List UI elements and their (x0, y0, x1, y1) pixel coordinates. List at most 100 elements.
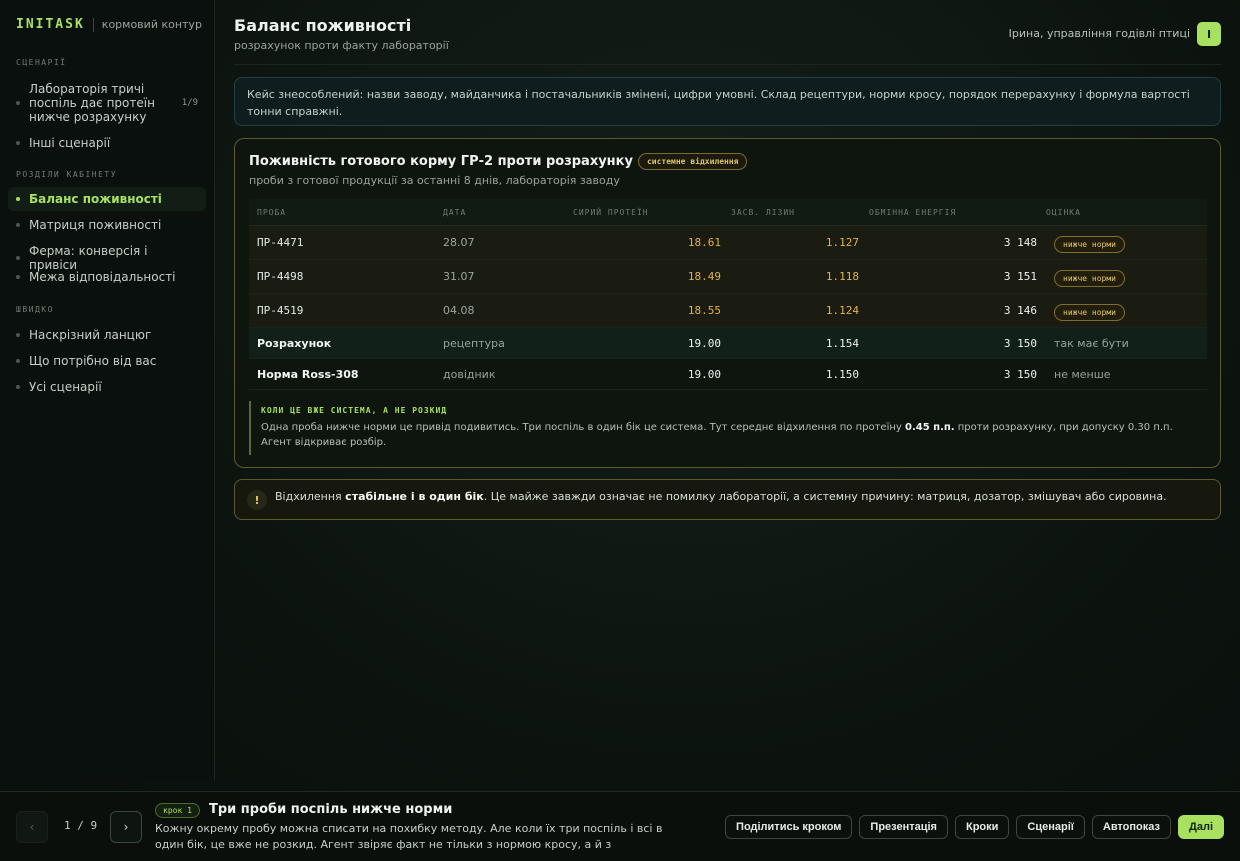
step-footer: ‹ 1 / 9 › крок 1 Три проби поспіль нижче… (0, 791, 1240, 861)
callout-text: Одна проба нижче норми це привід подивит… (261, 420, 1197, 450)
sample-date: 04.08 (443, 304, 475, 317)
section-title-quick: ШВИДКО (16, 305, 54, 314)
system-callout: КОЛИ ЦЕ ВЖЕ СИСТЕМА, А НЕ РОЗКИД Одна пр… (249, 401, 1207, 455)
energy-value: 3 146 (1003, 304, 1037, 317)
autoplay-button[interactable]: Автопоказ (1091, 815, 1171, 839)
sidebar-item-scenario-current[interactable]: Лабораторія тричі поспіль дає протеїн ни… (8, 77, 206, 129)
share-step-button[interactable]: Поділитись кроком (725, 815, 853, 839)
sidebar-item-other-scenarios[interactable]: Інші сценарії (8, 131, 206, 155)
energy-value: 3 150 (1003, 336, 1037, 350)
column-header-date: ДАТА (443, 207, 467, 217)
bullet-icon (16, 359, 20, 363)
anonymization-notice: Кейс знеособлений: назви заводу, майданч… (234, 77, 1221, 126)
app-root: INITASK кормовий контур СЦЕНАРІЇ Лаборат… (0, 0, 1240, 861)
header-divider (234, 64, 1221, 65)
energy-value: 3 150 (1003, 367, 1037, 381)
lysine-value: 1.118 (825, 270, 859, 283)
next-button[interactable]: Далі (1178, 815, 1224, 839)
brand-subtitle: кормовий контур (101, 18, 202, 31)
grade-cell: нижче норми (1037, 300, 1207, 321)
sample-id: ПР-4471 (257, 236, 304, 249)
energy-value: 3 148 (1003, 236, 1037, 249)
sidebar-item-nutrient-balance[interactable]: Баланс поживності (8, 187, 206, 211)
column-header-protein: СИРИЙ ПРОТЕЇН (573, 207, 649, 217)
callout-text-part: Одна проба нижче норми це привід подивит… (261, 422, 905, 433)
bullet-icon (16, 223, 20, 227)
sidebar-item-label: Лабораторія тричі поспіль дає протеїн ни… (29, 82, 155, 124)
card-subtitle: проби з готової продукції за останні 8 д… (249, 174, 620, 187)
column-header-lysine: ЗАСВ. ЛІЗИН (731, 207, 795, 217)
alert-text: Відхилення стабільне і в один бік. Це ма… (275, 490, 1167, 503)
sample-id: ПР-4498 (257, 270, 304, 283)
step-description: Кожну окрему пробу можна списати на похи… (155, 822, 663, 851)
sidebar-item-label: Що потрібно від вас (29, 354, 157, 368)
sidebar-item-all-scenarios[interactable]: Усі сценарії (8, 375, 206, 399)
bullet-icon (16, 333, 20, 337)
protein-value: 19.00 (687, 367, 721, 381)
page-subtitle: розрахунок проти факту лабораторії (234, 39, 449, 52)
exclamation-icon: ! (247, 490, 267, 510)
brand-name: INITASK (16, 17, 85, 32)
lysine-value: 1.154 (825, 336, 859, 350)
grade-text: так має бути (1054, 336, 1129, 350)
lysine-value: 1.124 (825, 304, 859, 317)
bullet-icon (16, 256, 20, 260)
brand-divider (92, 17, 94, 32)
grade-text: не менше (1054, 367, 1111, 381)
sidebar-item-label: Усі сценарії (29, 380, 102, 394)
grade-badge: нижче норми (1054, 304, 1125, 321)
sidebar-item-label: Матриця поживності (29, 218, 162, 232)
sidebar-item-label: Інші сценарії (29, 136, 111, 150)
alert-highlight: стабільне і в один бік (345, 490, 484, 503)
chevron-right-icon: › (123, 820, 129, 834)
scenario-step-count: 1/9 (181, 98, 198, 108)
sample-date: 31.07 (443, 270, 475, 283)
bullet-icon (16, 275, 20, 279)
protein-value: 19.00 (687, 336, 721, 350)
status-badge: системне відхилення (637, 153, 748, 170)
sample-id: Розрахунок (257, 336, 332, 350)
avatar[interactable]: I (1197, 22, 1221, 46)
energy-value: 3 151 (1003, 270, 1037, 283)
steps-button[interactable]: Кроки (954, 815, 1010, 839)
column-header-sample: ПРОБА (257, 207, 287, 217)
sidebar-item-end-to-end[interactable]: Наскрізний ланцюг (8, 323, 206, 347)
card-title: Поживність готового корму ГР-2 проти роз… (249, 154, 633, 169)
sidebar-item-what-needed[interactable]: Що потрібно від вас (8, 349, 206, 373)
lysine-value: 1.150 (825, 367, 859, 381)
samples-table: ПРОБА ДАТА СИРИЙ ПРОТЕЇН ЗАСВ. ЛІЗИН ОБМ… (249, 199, 1207, 390)
sidebar-item-label: Наскрізний ланцюг (29, 328, 152, 342)
table-row-norm[interactable]: Норма Ross-308 довідник 19.00 1.150 3 15… (249, 359, 1207, 390)
sidebar-item-nutrient-matrix[interactable]: Матриця поживності (8, 213, 206, 237)
table-row[interactable]: ПР-4519 04.08 18.55 1.124 3 146 нижче но… (249, 294, 1207, 328)
sample-date: довідник (443, 367, 496, 381)
footer-actions: Поділитись кроком Презентація Кроки Сцен… (725, 815, 1224, 839)
next-step-button[interactable]: › (110, 811, 142, 843)
sidebar-item-responsibility[interactable]: Межа відповідальності (8, 265, 206, 289)
user-name: Ірина, управління годівлі птиці (1008, 27, 1190, 40)
column-header-energy: ОБМІННА ЕНЕРГІЯ (869, 207, 957, 217)
section-title-scenarios: СЦЕНАРІЇ (16, 58, 67, 67)
card-header: Поживність готового корму ГР-2 проти роз… (249, 153, 748, 170)
step-counter: 1 / 9 (64, 819, 98, 832)
section-title-sections: РОЗДІЛИ КАБІНЕТУ (16, 170, 118, 179)
table-row[interactable]: ПР-4471 28.07 18.61 1.127 3 148 нижче но… (249, 226, 1207, 260)
table-header: ПРОБА ДАТА СИРИЙ ПРОТЕЇН ЗАСВ. ЛІЗИН ОБМ… (249, 199, 1207, 226)
table-row[interactable]: ПР-4498 31.07 18.49 1.118 3 151 нижче но… (249, 260, 1207, 294)
sidebar-item-label: Межа відповідальності (29, 270, 176, 284)
callout-highlight: 0.45 п.п. (904, 422, 955, 433)
scenarios-button[interactable]: Сценарії (1016, 815, 1085, 839)
table-row-calculation[interactable]: Розрахунок рецептура 19.00 1.154 3 150 т… (249, 328, 1207, 359)
page-title: Баланс поживності (234, 16, 412, 35)
bullet-icon (16, 141, 20, 145)
alert-text-part: Відхилення (275, 490, 346, 503)
grade-badge: нижче норми (1054, 236, 1125, 253)
prev-step-button[interactable]: ‹ (16, 811, 48, 843)
grade-cell: нижче норми (1037, 266, 1207, 287)
sample-date: рецептура (443, 336, 505, 350)
callout-title: КОЛИ ЦЕ ВЖЕ СИСТЕМА, А НЕ РОЗКИД (261, 406, 448, 415)
grade-cell: нижче норми (1037, 232, 1207, 253)
brand: INITASK кормовий контур (16, 17, 202, 32)
bullet-icon (16, 197, 20, 201)
presentation-button[interactable]: Презентація (859, 815, 948, 839)
